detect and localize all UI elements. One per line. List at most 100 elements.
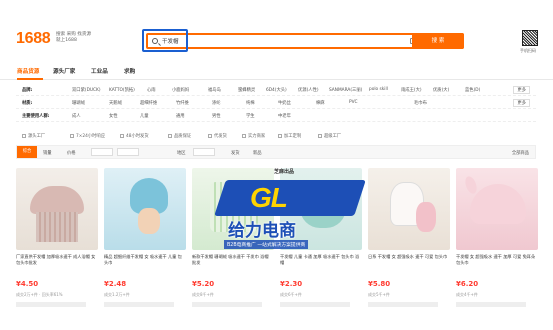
filter-panel: 品牌: 双口紫(DUCK) KATTO(凯拓) 心雨 小鹿妈妈 福岛岛 蜜蜂精灵… [16, 84, 536, 124]
product-image[interactable] [368, 168, 450, 250]
filter-option[interactable]: 心雨 [147, 87, 156, 93]
product-title[interactable]: 精品 超细纤维干发帽 女 吸水速干 儿童 包头巾 [104, 254, 186, 266]
filter-option[interactable]: 优源(人性) [298, 87, 319, 93]
product-meta: 成交4千+件 [456, 292, 478, 297]
price-min-input[interactable] [91, 148, 113, 156]
checkbox-icon [22, 133, 26, 138]
filter-option[interactable]: 男性 [212, 113, 221, 119]
filter-option[interactable]: 双口紫(DUCK) [72, 87, 101, 93]
shop-name-placeholder[interactable] [368, 302, 438, 307]
watermark-gl-text: GL [250, 182, 288, 213]
filter-option[interactable]: 蓝色(D) [465, 87, 480, 93]
filter-option[interactable]: PVC [349, 100, 358, 105]
search-box[interactable]: 干发帽 搜 索 [146, 33, 464, 49]
product-title[interactable]: 干发帽 女 超强吸水 速干 加厚 可爱 兔耳朵 包头巾 [456, 254, 538, 266]
filter-option[interactable]: 纯棉 [246, 100, 255, 106]
filter-option[interactable]: 雨成王(大) [401, 87, 422, 93]
site-logo[interactable]: 1688 [16, 30, 51, 48]
product-price: ¥2.30 [280, 280, 303, 288]
sort-option[interactable]: 价格 [67, 150, 76, 156]
sort-option[interactable]: 发货 [231, 150, 240, 156]
filter-option[interactable]: 中老年 [278, 113, 291, 119]
filter-option[interactable]: polo skill [369, 87, 388, 92]
filter-option[interactable]: 福岛岛 [208, 87, 221, 93]
checkbox-icon [278, 133, 282, 138]
filter-option[interactable]: 学生 [246, 113, 255, 119]
product-card[interactable]: 干发帽 女 超强吸水 速干 加厚 可爱 兔耳朵 包头巾 ¥6.20 成交4千+件 [456, 168, 538, 330]
filter-option[interactable]: 小鹿妈妈 [172, 87, 189, 93]
filter-row-brand: 品牌: 双口紫(DUCK) KATTO(凯拓) 心雨 小鹿妈妈 福岛岛 蜜蜂精灵… [16, 84, 536, 96]
filter-option[interactable]: 棉麻 [316, 100, 325, 106]
filter-more-button[interactable]: 更多 [513, 99, 530, 107]
towel-stripes [36, 212, 78, 242]
filter-option[interactable]: 女性 [109, 113, 118, 119]
shop-name-placeholder[interactable] [456, 302, 526, 307]
checkbox-icon [208, 133, 212, 138]
shop-name-placeholder[interactable] [192, 302, 262, 307]
checkbox-option[interactable]: 品质保证 [168, 133, 191, 139]
filter-option[interactable]: SANMARA(三丽) [329, 87, 362, 93]
sort-option[interactable]: 新品 [253, 150, 262, 156]
checkbox-option[interactable]: 超级工厂 [318, 133, 341, 139]
filter-option[interactable]: 毛巾布 [414, 100, 427, 106]
filter-option[interactable]: 儿童 [140, 113, 149, 119]
product-price: ¥4.50 [16, 280, 39, 288]
checkbox-label: 7×24小时响应 [76, 134, 105, 139]
sort-option[interactable]: 销量 [43, 150, 52, 156]
product-card[interactable]: 厂家直供干发帽 加厚吸水速干 成人浴帽 女包头巾批发 ¥4.50 成交2万+件 … [16, 168, 98, 330]
product-image[interactable] [456, 168, 538, 250]
checkbox-option[interactable]: 加工定制 [278, 133, 301, 139]
checkbox-option[interactable]: 48小时发货 [120, 133, 149, 139]
search-query-highlight [142, 29, 188, 52]
tab-products[interactable]: 商品货源 [17, 67, 39, 75]
region-select[interactable] [193, 148, 215, 156]
product-card[interactable]: 日系 干发帽 女 超强吸水 速干 可爱 包头巾 ¥5.80 成交5千+件 [368, 168, 450, 330]
product-title[interactable]: 日系 干发帽 女 超强吸水 速干 可爱 包头巾 [368, 254, 450, 260]
tab-buying-requests[interactable]: 求购 [124, 67, 135, 75]
filter-option[interactable]: 优质(大) [433, 87, 449, 93]
filter-label: 材质: [22, 101, 33, 106]
shop-name-placeholder[interactable] [280, 302, 350, 307]
shop-name-placeholder[interactable] [104, 302, 174, 307]
tab-factories[interactable]: 源头厂家 [53, 67, 75, 75]
filter-option[interactable]: 通用 [176, 113, 185, 119]
filter-label: 品牌: [22, 88, 33, 93]
checkbox-label: 48小时发货 [126, 134, 149, 139]
sort-option[interactable]: 地区 [177, 150, 186, 156]
product-price: ¥2.48 [104, 280, 127, 288]
towel-cap-shape [416, 202, 436, 232]
sort-default[interactable]: 综合 [17, 146, 37, 158]
tab-industrial[interactable]: 工业品 [91, 67, 108, 75]
filter-option[interactable]: 牛奶丝 [278, 100, 291, 106]
checkbox-option[interactable]: 源头工厂 [22, 133, 45, 139]
watermark-logo: 芝麻出品 GL 给力电商 B2B电商推广 一站式解决方案提供商 [194, 169, 374, 270]
filter-option[interactable]: 6D4(大头) [266, 87, 287, 93]
category-tabs: 商品货源 源头厂家 工业品 求购 [0, 64, 553, 80]
filter-more-button[interactable]: 更多 [513, 86, 530, 94]
product-meta: 成交6千+件 [280, 292, 302, 297]
shop-name-placeholder[interactable] [16, 302, 86, 307]
filter-option[interactable]: KATTO(凯拓) [109, 87, 135, 93]
filter-option[interactable]: 天鹅绒 [109, 100, 122, 106]
product-image[interactable] [104, 168, 186, 250]
filter-option[interactable]: 竹纤维 [176, 100, 189, 106]
product-meta: 成交2万+件 · 回头率61% [16, 292, 63, 297]
filter-option[interactable]: 超细纤维 [140, 100, 157, 106]
product-image[interactable] [16, 168, 98, 250]
checkbox-option[interactable]: 实力商家 [242, 133, 265, 139]
price-max-input[interactable] [117, 148, 139, 156]
watermark-title: 给力电商 [228, 221, 296, 240]
search-button[interactable]: 搜 索 [412, 33, 464, 49]
all-products-link[interactable]: 全部商品 [512, 150, 529, 156]
filter-option[interactable]: 成人 [72, 113, 81, 119]
checkbox-label: 实力商家 [248, 134, 266, 139]
filter-option[interactable]: 蜜蜂精灵 [238, 87, 255, 93]
filter-row-audience: 主要使用人群: 成人 女性 儿童 通用 男性 学生 中老年 [16, 110, 536, 122]
checkbox-option[interactable]: 代发货 [208, 133, 227, 139]
filter-option[interactable]: 珊瑚绒 [72, 100, 85, 106]
filter-option[interactable]: 涤纶 [212, 100, 221, 106]
checkbox-option[interactable]: 7×24小时响应 [70, 133, 105, 139]
sort-bar: 综合 销量 价格 地区 发货 新品 全部商品 [16, 145, 536, 159]
product-card[interactable]: 精品 超细纤维干发帽 女 吸水速干 儿童 包头巾 ¥2.48 成交1.2万+件 [104, 168, 186, 330]
product-title[interactable]: 厂家直供干发帽 加厚吸水速干 成人浴帽 女包头巾批发 [16, 254, 98, 266]
